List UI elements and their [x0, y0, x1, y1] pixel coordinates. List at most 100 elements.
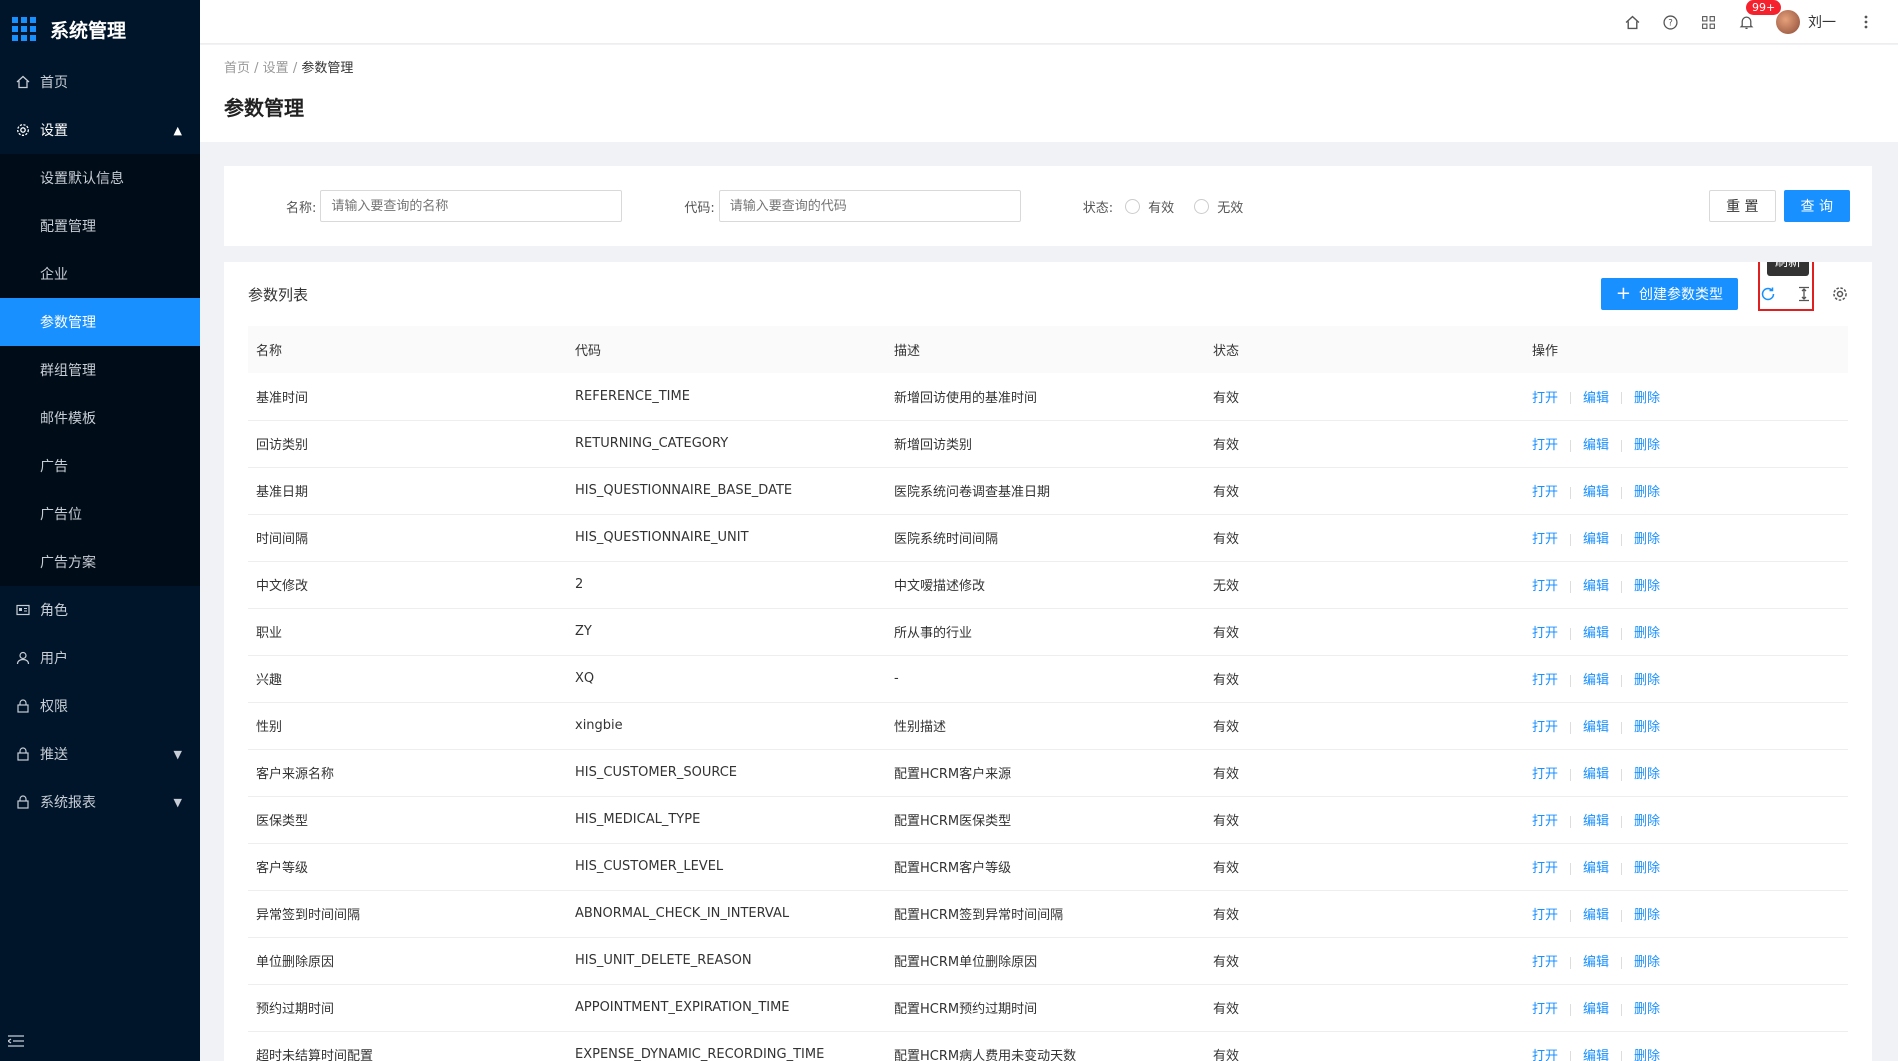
user-menu[interactable]: 刘一	[1776, 10, 1836, 34]
edit-link[interactable]: 编辑	[1583, 438, 1609, 453]
delete-link[interactable]: 删除	[1634, 391, 1660, 406]
status-valid-radio[interactable]	[1125, 198, 1141, 214]
edit-link[interactable]: 编辑	[1583, 861, 1609, 876]
breadcrumb-settings[interactable]: 设置	[263, 61, 289, 76]
delete-link[interactable]: 删除	[1634, 1049, 1660, 1061]
cell-status: 有效	[1205, 373, 1524, 421]
reset-button[interactable]: 重 置	[1709, 190, 1776, 222]
open-link[interactable]: 打开	[1532, 438, 1558, 453]
divider	[1621, 486, 1623, 499]
settings-icon[interactable]	[1832, 286, 1848, 302]
lock-icon	[16, 747, 30, 761]
app-logo[interactable]: 系统管理	[0, 0, 200, 58]
delete-link[interactable]: 删除	[1634, 955, 1660, 970]
sidebar-item-reports[interactable]: 系统报表 ▼	[0, 778, 200, 826]
menu-collapse-icon[interactable]	[6, 1035, 24, 1047]
open-link[interactable]: 打开	[1532, 1002, 1558, 1017]
open-link[interactable]: 打开	[1532, 861, 1558, 876]
sidebar-item-home[interactable]: 首页	[0, 58, 200, 106]
status-invalid-radio[interactable]	[1194, 198, 1210, 214]
delete-link[interactable]: 删除	[1634, 1002, 1660, 1017]
cell-desc: 配置HCRM客户来源	[886, 749, 1205, 797]
open-link[interactable]: 打开	[1532, 1049, 1558, 1061]
param-table: 名称 代码 描述 状态 操作 基准时间 REFERENCE_TIME 新增回访使用的…	[248, 326, 1848, 1061]
apps-grid-icon	[12, 17, 36, 41]
divider	[1570, 486, 1572, 499]
more-vertical-icon[interactable]	[1858, 14, 1874, 30]
edit-link[interactable]: 编辑	[1583, 814, 1609, 829]
open-link[interactable]: 打开	[1532, 532, 1558, 547]
status-valid-label[interactable]: 有效	[1148, 197, 1174, 216]
open-link[interactable]: 打开	[1532, 814, 1558, 829]
delete-link[interactable]: 删除	[1634, 532, 1660, 547]
column-header-desc[interactable]: 描述	[886, 326, 1205, 373]
edit-link[interactable]: 编辑	[1583, 720, 1609, 735]
sidebar-subitem-mail-template[interactable]: 邮件模板	[0, 394, 200, 442]
bell-icon[interactable]: 99+	[1738, 0, 1782, 30]
delete-link[interactable]: 删除	[1634, 908, 1660, 923]
open-link[interactable]: 打开	[1532, 579, 1558, 594]
divider	[1621, 580, 1623, 593]
edit-link[interactable]: 编辑	[1583, 626, 1609, 641]
open-link[interactable]: 打开	[1532, 955, 1558, 970]
sidebar-subitem-ad-slots[interactable]: 广告位	[0, 490, 200, 538]
create-param-type-button[interactable]: + 创建参数类型	[1600, 278, 1738, 310]
divider	[1570, 1050, 1572, 1061]
home-icon[interactable]	[1624, 14, 1640, 30]
edit-link[interactable]: 编辑	[1583, 908, 1609, 923]
divider	[1621, 862, 1623, 875]
open-link[interactable]: 打开	[1532, 908, 1558, 923]
column-header-status[interactable]: 状态	[1205, 326, 1524, 373]
sidebar-subitem-ad-plans[interactable]: 广告方案	[0, 538, 200, 586]
delete-link[interactable]: 删除	[1634, 438, 1660, 453]
edit-link[interactable]: 编辑	[1583, 391, 1609, 406]
column-header-code[interactable]: 代码	[567, 326, 886, 373]
cell-code: ZY	[567, 608, 886, 656]
edit-link[interactable]: 编辑	[1583, 579, 1609, 594]
sidebar-item-permissions[interactable]: 权限	[0, 682, 200, 730]
edit-link[interactable]: 编辑	[1583, 485, 1609, 500]
query-button[interactable]: 查 询	[1783, 190, 1850, 222]
sidebar: 系统管理 首页 设置 ▲ 设置默认信息 配置管理 企业 参数管理 群组管理 邮件…	[0, 0, 200, 1061]
open-link[interactable]: 打开	[1532, 626, 1558, 641]
sidebar-item-roles[interactable]: 角色	[0, 586, 200, 634]
edit-link[interactable]: 编辑	[1583, 1049, 1609, 1061]
sidebar-subitem-enterprise[interactable]: 企业	[0, 250, 200, 298]
name-label: 名称:	[286, 200, 317, 216]
sidebar-item-settings[interactable]: 设置 ▲	[0, 106, 200, 154]
edit-link[interactable]: 编辑	[1583, 955, 1609, 970]
open-link[interactable]: 打开	[1532, 485, 1558, 500]
edit-link[interactable]: 编辑	[1583, 532, 1609, 547]
sidebar-subitem-ads[interactable]: 广告	[0, 442, 200, 490]
sidebar-item-users[interactable]: 用户	[0, 634, 200, 682]
status-invalid-label[interactable]: 无效	[1217, 197, 1243, 216]
delete-link[interactable]: 删除	[1634, 485, 1660, 500]
sidebar-subitem-params[interactable]: 参数管理	[0, 298, 200, 346]
edit-link[interactable]: 编辑	[1583, 767, 1609, 782]
open-link[interactable]: 打开	[1532, 767, 1558, 782]
cell-code: ABNORMAL_CHECK_IN_INTERVAL	[567, 890, 886, 938]
help-icon[interactable]: ?	[1662, 14, 1678, 30]
open-link[interactable]: 打开	[1532, 720, 1558, 735]
sidebar-subitem-default-info[interactable]: 设置默认信息	[0, 154, 200, 202]
delete-link[interactable]: 删除	[1634, 626, 1660, 641]
delete-link[interactable]: 删除	[1634, 861, 1660, 876]
sidebar-subitem-groups[interactable]: 群组管理	[0, 346, 200, 394]
delete-link[interactable]: 删除	[1634, 814, 1660, 829]
sidebar-item-push[interactable]: 推送 ▼	[0, 730, 200, 778]
edit-link[interactable]: 编辑	[1583, 673, 1609, 688]
cell-actions: 打开 编辑 删除	[1524, 937, 1848, 985]
name-input[interactable]	[320, 190, 623, 222]
open-link[interactable]: 打开	[1532, 673, 1558, 688]
code-input[interactable]	[718, 190, 1021, 222]
open-link[interactable]: 打开	[1532, 391, 1558, 406]
sidebar-subitem-config[interactable]: 配置管理	[0, 202, 200, 250]
apps-icon[interactable]	[1700, 14, 1716, 30]
delete-link[interactable]: 删除	[1634, 673, 1660, 688]
delete-link[interactable]: 删除	[1634, 720, 1660, 735]
breadcrumb-home[interactable]: 首页	[224, 61, 250, 76]
edit-link[interactable]: 编辑	[1583, 1002, 1609, 1017]
delete-link[interactable]: 删除	[1634, 767, 1660, 782]
column-header-name[interactable]: 名称	[248, 326, 567, 373]
delete-link[interactable]: 删除	[1634, 579, 1660, 594]
